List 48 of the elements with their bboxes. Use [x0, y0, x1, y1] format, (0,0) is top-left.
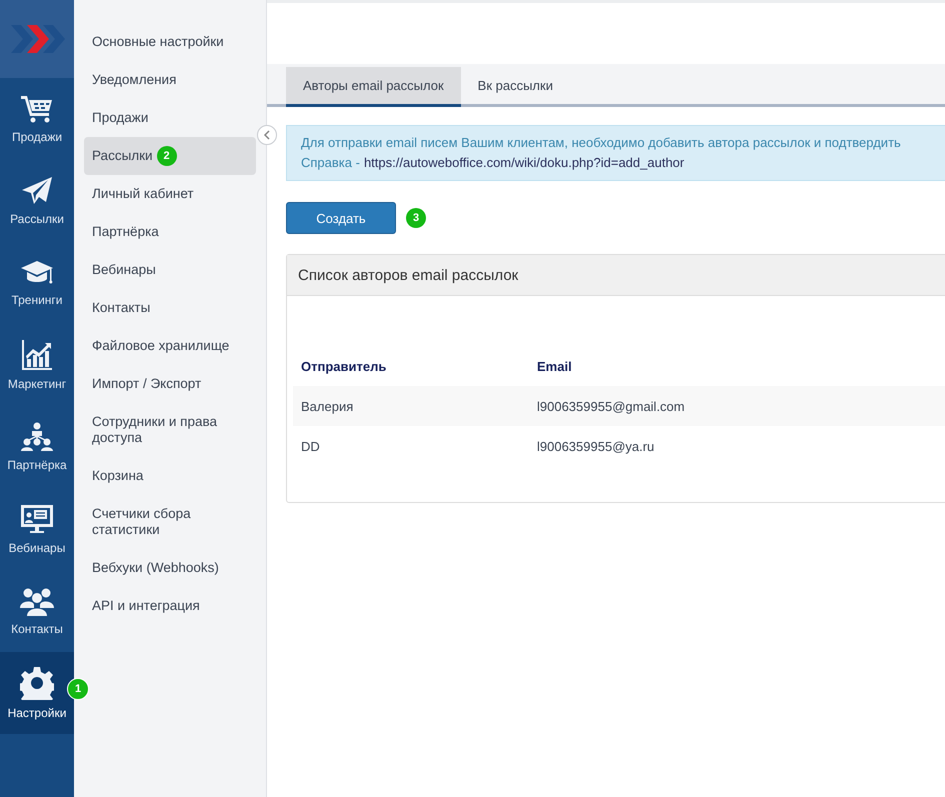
table-cell: DD: [293, 426, 529, 466]
menu-item[interactable]: Файловое хранилище: [84, 327, 256, 365]
table-cell: Валерия: [293, 386, 529, 426]
menu-item[interactable]: Корзина: [84, 457, 256, 495]
menu-item[interactable]: Продажи: [84, 99, 256, 137]
tab[interactable]: Вк рассылки: [460, 67, 570, 107]
nav-item[interactable]: Рассылки: [0, 160, 74, 242]
menu-item[interactable]: Сотрудники и права доступа: [84, 403, 256, 457]
menu-item[interactable]: Контакты: [84, 289, 256, 327]
paper-plane-icon: [21, 176, 53, 206]
nav-item[interactable]: Контакты: [0, 570, 74, 652]
menu-item[interactable]: Вебхуки (Webhooks): [84, 549, 256, 587]
nav-item[interactable]: Маркетинг: [0, 324, 74, 406]
people-icon: [19, 586, 55, 616]
menu-item[interactable]: Основные настройки: [84, 23, 256, 61]
nav-item[interactable]: Партнёрка: [0, 406, 74, 488]
menu-item[interactable]: Вебинары: [84, 251, 256, 289]
collapse-button[interactable]: [257, 125, 277, 145]
column-header: Email: [529, 346, 945, 386]
create-button[interactable]: Создать: [286, 202, 396, 234]
nav-item[interactable]: Тренинги: [0, 242, 74, 324]
help-label: Справка -: [301, 154, 360, 172]
menu-item[interactable]: Рассылки 2: [84, 137, 256, 175]
column-header: Отправитель: [293, 346, 529, 386]
menu-item[interactable]: Уведомления: [84, 61, 256, 99]
nav-item[interactable]: Продажи: [0, 78, 74, 160]
menu-item[interactable]: Импорт / Экспорт: [84, 365, 256, 403]
step-badge: 3: [406, 208, 426, 228]
logo-icon[interactable]: [9, 23, 65, 55]
chevron-icon: [263, 130, 271, 140]
menu-item[interactable]: API и интеграция: [84, 587, 256, 625]
bar-chart-icon: [21, 339, 53, 371]
table-cell: l9006359955@gmail.com: [529, 386, 945, 426]
nav-item[interactable]: Настройки: [0, 652, 74, 734]
menu-item[interactable]: Партнёрка: [84, 213, 256, 251]
nav-item[interactable]: Вебинары: [0, 488, 74, 570]
table-cell: l9006359955@ya.ru: [529, 426, 945, 466]
menu-item[interactable]: Счетчики сбора статистики: [84, 495, 256, 549]
step-badge: 2: [156, 146, 177, 166]
alert-text: Для отправки email писем Вашим клиентам, необходимо добавить автора рассылок и подтвердить: [301, 134, 902, 152]
tab[interactable]: Авторы email рассылок: [286, 67, 461, 107]
help-link[interactable]: https://autoweboffice.com/wiki/doku.php?id=add_author: [364, 153, 684, 173]
panel-title: Список авторов email рассылок: [287, 255, 945, 296]
monitor-icon: [20, 503, 54, 535]
hierarchy-icon: [20, 422, 54, 452]
menu-item[interactable]: Личный кабинет: [84, 175, 256, 213]
gear-icon: [20, 666, 54, 700]
cart-icon: [20, 94, 54, 124]
